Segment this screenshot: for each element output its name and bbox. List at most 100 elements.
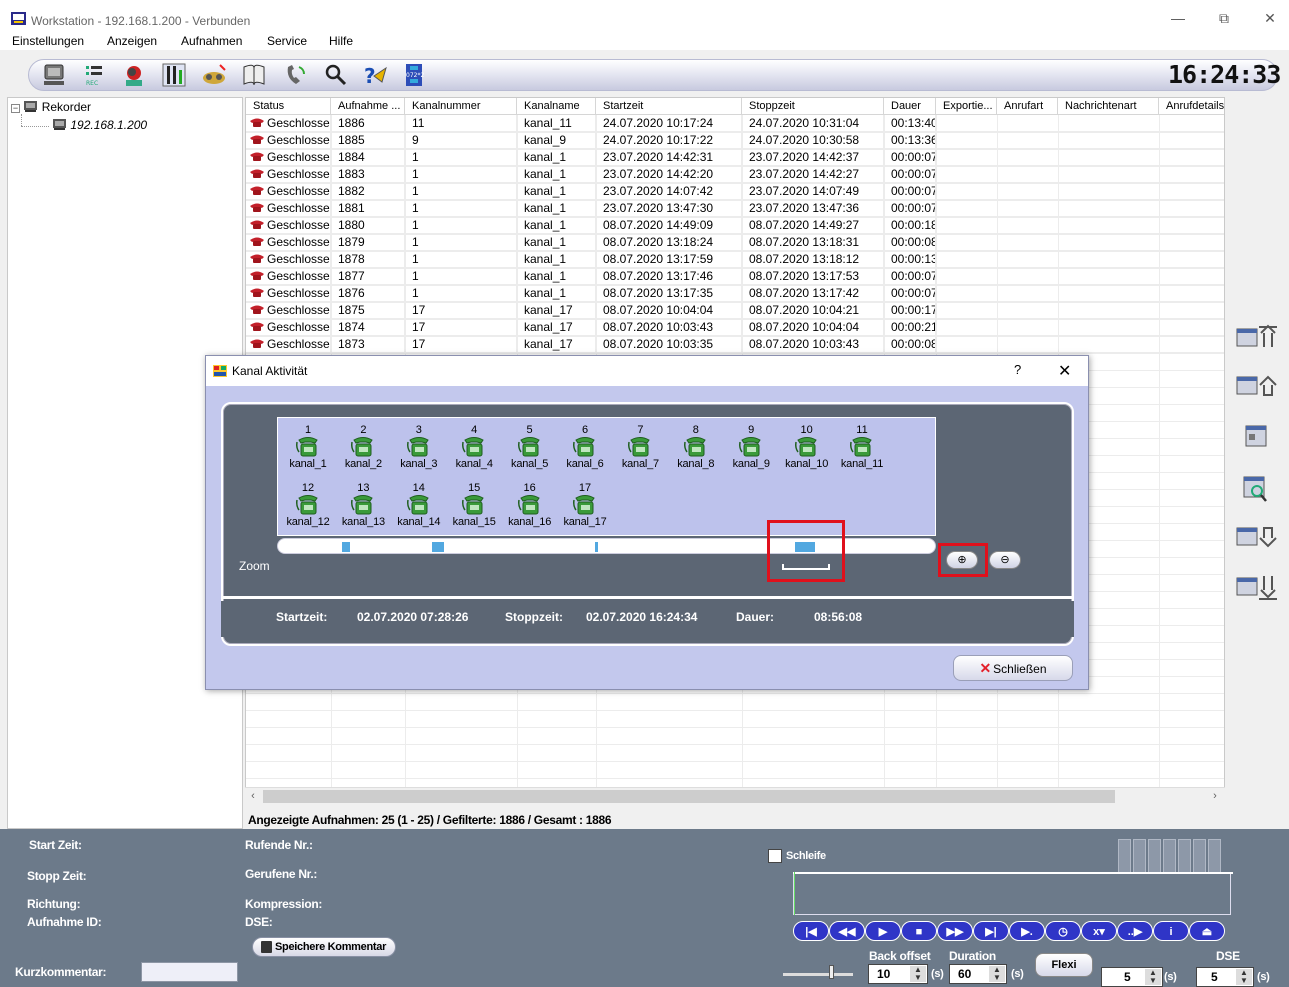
column-header[interactable]: Kanalnummer (405, 98, 517, 115)
dial-icon[interactable]: 072*2 (400, 62, 428, 88)
save-comment-button[interactable]: Speichere Kommentar (252, 937, 396, 957)
zoom-out-button[interactable]: ⊖ (989, 551, 1021, 569)
menu-einstellungen[interactable]: Einstellungen (12, 34, 84, 48)
channel-activity-icon[interactable] (160, 62, 188, 88)
horizontal-scrollbar[interactable]: ‹ › (245, 787, 1225, 804)
duration-spinner[interactable]: 60 ▲ ▼ (949, 964, 1007, 984)
channel-11[interactable]: 11 kanal_11 (836, 424, 888, 484)
table-row[interactable]: Geschlossen 1884 1 kanal_1 23.07.2020 14:42:… (246, 149, 1224, 166)
spinner-arrows-icon[interactable]: ▲ ▼ (910, 966, 926, 982)
dialog-help-button[interactable]: ? (1014, 362, 1021, 377)
channel-12[interactable]: 12 kanal_12 (282, 482, 334, 542)
channel-2[interactable]: 2 kanal_2 (337, 424, 389, 484)
table-row[interactable]: Geschlossen 1874 17 kanal_17 08.07.2020 10:0… (246, 319, 1224, 336)
table-row[interactable]: Geschlossen 1873 17 kanal_17 08.07.2020 10:0… (246, 336, 1224, 353)
book-icon[interactable] (240, 62, 268, 88)
column-header[interactable]: Aufnahme ... (331, 98, 405, 115)
channel-16[interactable]: 16 kanal_16 (504, 482, 556, 542)
dse-right-spinner[interactable]: 5 ▲ ▼ (1196, 967, 1254, 987)
phone-icon[interactable] (282, 62, 310, 88)
channel-4[interactable]: 4 kanal_4 (448, 424, 500, 484)
help-icon[interactable]: ? (360, 62, 388, 88)
column-header[interactable]: Anrufdetails (1159, 98, 1224, 115)
clock-button[interactable]: ◷ (1045, 921, 1081, 941)
table-row[interactable]: Geschlossen 1876 1 kanal_1 08.07.2020 13:17:… (246, 285, 1224, 302)
find-record-icon[interactable] (1235, 474, 1279, 504)
speed-button[interactable]: x▾ (1081, 921, 1117, 941)
table-row[interactable]: Geschlossen 1875 17 kanal_17 08.07.2020 10:0… (246, 302, 1224, 319)
maximize-button[interactable]: ⧉ (1201, 6, 1247, 30)
scroll-left-icon[interactable]: ‹ (245, 788, 261, 805)
schleife-checkbox[interactable] (768, 849, 782, 863)
continue-button[interactable]: ..▶ (1117, 921, 1153, 941)
column-header[interactable]: Exportie... (936, 98, 997, 115)
move-top-icon[interactable] (1235, 323, 1279, 353)
step-button[interactable]: ▶. (1009, 921, 1045, 941)
channel-7[interactable]: 7 kanal_7 (614, 424, 666, 484)
tree-node-ip[interactable]: 192.168.1.200 (52, 118, 147, 132)
table-row[interactable]: Geschlossen 1883 1 kanal_1 23.07.2020 14:42:… (246, 166, 1224, 183)
skip-start-button[interactable]: |◀ (793, 921, 829, 941)
channel-1[interactable]: 1 kanal_1 (282, 424, 334, 484)
column-header[interactable]: Dauer (884, 98, 936, 115)
menu-anzeigen[interactable]: Anzeigen (107, 34, 157, 48)
table-row[interactable]: Geschlossen 1880 1 kanal_1 08.07.2020 14:49:… (246, 217, 1224, 234)
minimize-button[interactable]: — (1155, 6, 1201, 30)
volume-slider[interactable] (783, 973, 853, 976)
table-row[interactable]: Geschlossen 1881 1 kanal_1 23.07.2020 13:47:… (246, 200, 1224, 217)
eject-button[interactable]: ⏏ (1189, 921, 1225, 941)
table-row[interactable]: Geschlossen 1879 1 kanal_1 08.07.2020 13:18:… (246, 234, 1224, 251)
column-header[interactable]: Anrufart (997, 98, 1058, 115)
search-icon[interactable] (322, 62, 350, 88)
channel-8[interactable]: 8 kanal_8 (670, 424, 722, 484)
channel-3[interactable]: 3 kanal_3 (393, 424, 445, 484)
channel-17[interactable]: 17 kanal_17 (559, 482, 611, 542)
schliessen-button[interactable]: ✕ Schließen (953, 655, 1073, 681)
kurzkommentar-input[interactable] (141, 962, 238, 982)
tape-icon[interactable] (200, 62, 228, 88)
column-header[interactable]: Kanalname (517, 98, 596, 115)
menu-aufnahmen[interactable]: Aufnahmen (181, 34, 242, 48)
dse-left-spinner[interactable]: 5 ▲ ▼ (1101, 967, 1163, 987)
close-window-button[interactable]: ✕ (1247, 6, 1289, 30)
column-header[interactable]: Status (246, 98, 331, 115)
table-row[interactable]: Geschlossen 1885 9 kanal_9 24.07.2020 10:17:… (246, 132, 1224, 149)
window-icon[interactable] (1235, 421, 1279, 451)
scroll-thumb[interactable] (263, 790, 1115, 803)
dialog-close-icon[interactable]: ✕ (1058, 361, 1071, 381)
column-header[interactable]: Nachrichtenart (1058, 98, 1159, 115)
table-row[interactable]: Geschlossen 1878 1 kanal_1 08.07.2020 13:17:… (246, 251, 1224, 268)
channel-15[interactable]: 15 kanal_15 (448, 482, 500, 542)
channel-9[interactable]: 9 kanal_9 (725, 424, 777, 484)
agent-icon[interactable] (120, 62, 148, 88)
menu-hilfe[interactable]: Hilfe (329, 34, 353, 48)
tree-root-rekorder[interactable]: − Rekorder (11, 100, 91, 114)
waveform-timeline[interactable] (793, 872, 1233, 915)
column-header[interactable]: Startzeit (596, 98, 742, 115)
move-bottom-icon[interactable] (1235, 572, 1279, 602)
move-down-icon[interactable] (1235, 522, 1279, 552)
computer-icon[interactable] (40, 62, 68, 88)
rewind-button[interactable]: ◀◀ (829, 921, 865, 941)
spinner-arrows-icon[interactable]: ▲ ▼ (989, 966, 1005, 982)
column-header[interactable]: Stoppzeit (742, 98, 884, 115)
scroll-right-icon[interactable]: › (1207, 788, 1223, 805)
back-offset-spinner[interactable]: 10 ▲ ▼ (868, 964, 928, 984)
stop-button[interactable]: ■ (901, 921, 937, 941)
collapse-icon[interactable]: − (11, 104, 20, 113)
move-up-icon[interactable] (1235, 371, 1279, 401)
table-row[interactable]: Geschlossen 1882 1 kanal_1 23.07.2020 14:07:… (246, 183, 1224, 200)
flexi-button[interactable]: Flexi (1035, 953, 1093, 977)
volume-slider-handle[interactable] (829, 965, 834, 979)
channel-14[interactable]: 14 kanal_14 (393, 482, 445, 542)
spinner-arrows-icon[interactable]: ▲ ▼ (1236, 969, 1252, 985)
channel-13[interactable]: 13 kanal_13 (337, 482, 389, 542)
play-button[interactable]: ▶ (865, 921, 901, 941)
info-button[interactable]: i (1153, 921, 1189, 941)
spinner-arrows-icon[interactable]: ▲ ▼ (1145, 969, 1161, 985)
fast-forward-button[interactable]: ▶▶ (937, 921, 973, 941)
table-row[interactable]: Geschlossen 1886 11 kanal_11 24.07.2020 10:1… (246, 115, 1224, 132)
channel-10[interactable]: 10 kanal_10 (781, 424, 833, 484)
menu-service[interactable]: Service (267, 34, 307, 48)
skip-end-button[interactable]: ▶| (973, 921, 1009, 941)
